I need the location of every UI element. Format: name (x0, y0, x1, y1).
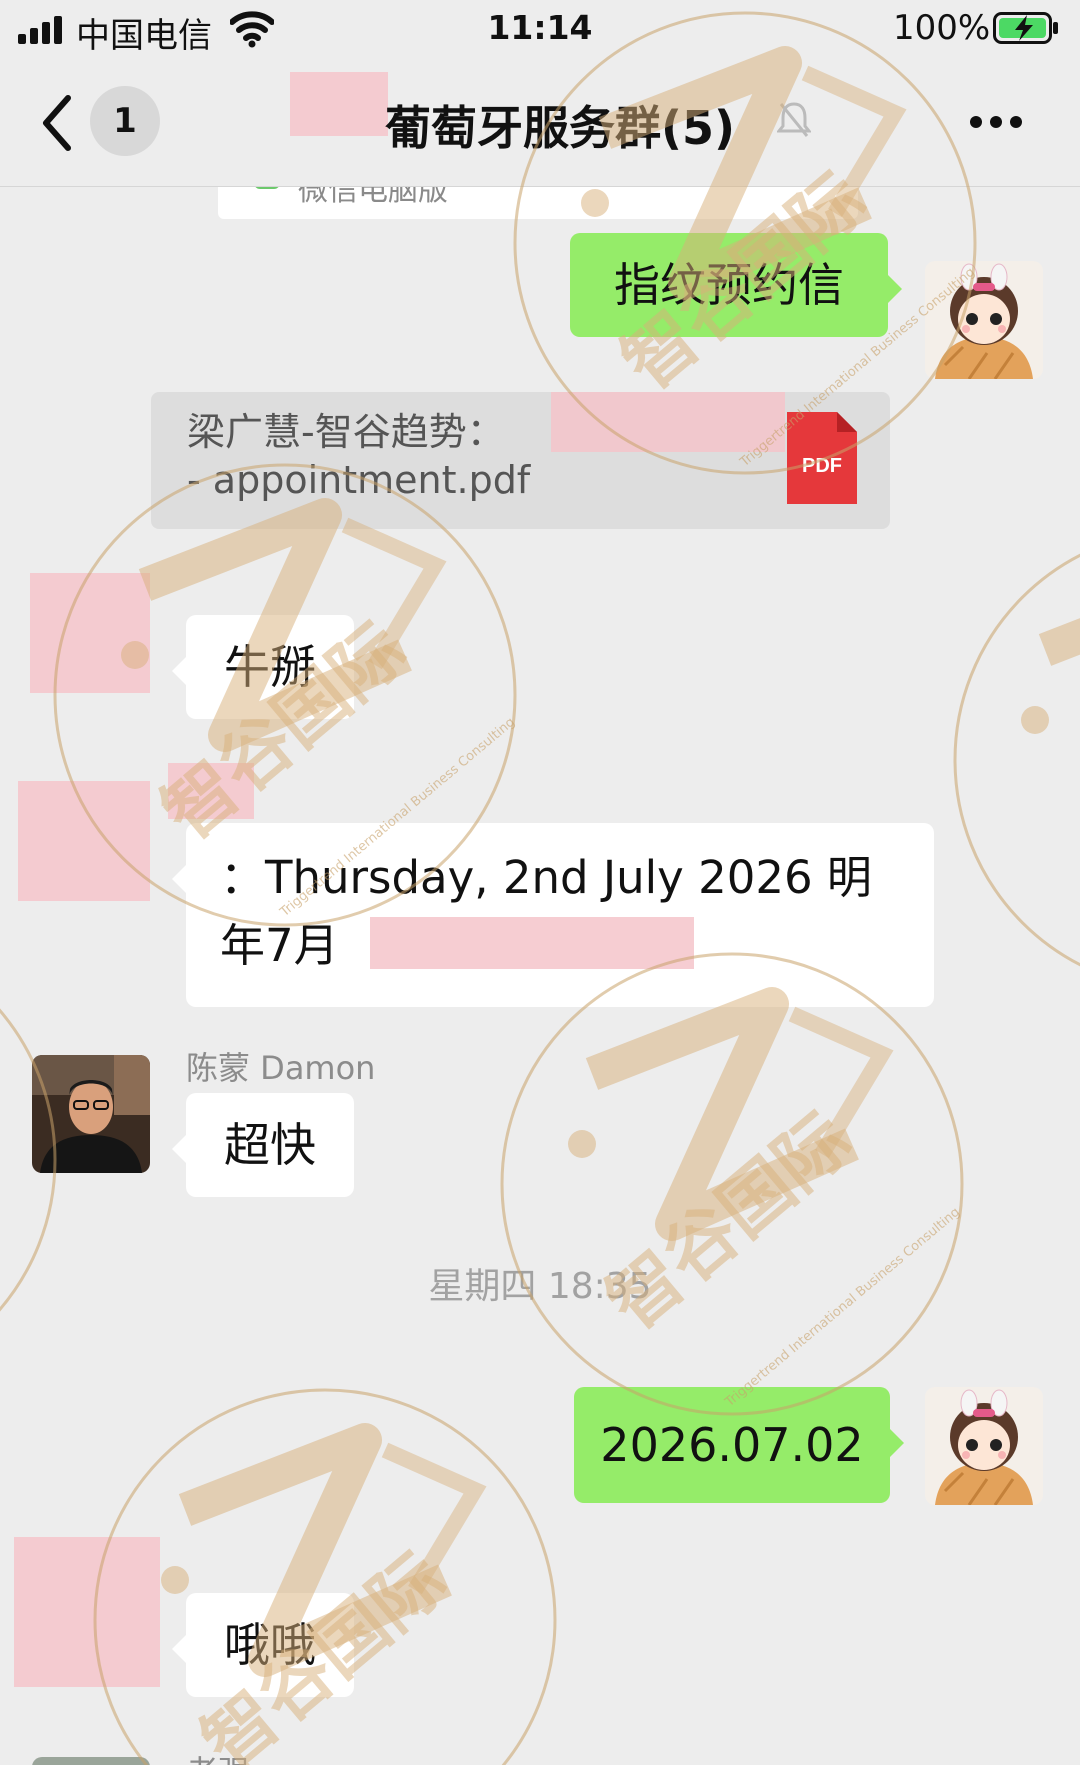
battery-percentage: 100% (893, 8, 991, 48)
cartoon-girl-avatar-icon (925, 1387, 1043, 1505)
message-bubble-received[interactable]: 牛掰 (172, 615, 354, 719)
file-message-card[interactable]: 梁广慧-智谷趋势： - appointment.pdf PDF (151, 392, 890, 529)
unread-count-badge[interactable]: 1 (90, 86, 160, 156)
sender-name: 陈蒙 Damon (186, 1049, 376, 1087)
chat-header: 1 葡萄牙服务群(5) (0, 62, 1080, 187)
message-text: 牛掰 (224, 640, 316, 694)
back-arrow-icon[interactable] (40, 94, 74, 152)
pdf-file-icon: PDF (787, 412, 857, 504)
message-text: 指纹预约信 (614, 258, 844, 312)
message-text-line-1: ：Thursday, 2nd July 2026 明 (220, 851, 872, 904)
link-card-source: 微信电脑版 (298, 187, 448, 208)
redaction-block (30, 573, 150, 693)
cartoon-girl-avatar-icon (925, 261, 1043, 379)
battery-charging-icon (993, 12, 1058, 44)
redaction-block (551, 392, 785, 452)
my-avatar[interactable] (925, 261, 1043, 379)
message-text: 2026.07.02 (600, 1418, 864, 1472)
sender-avatar-partial[interactable] (32, 1757, 150, 1765)
chat-message-list[interactable]: 微信电脑版 指纹预约信 梁广慧-智谷趋势： - appointment.pdf … (0, 187, 1080, 1765)
message-bubble-received[interactable]: ：Thursday, 2nd July 2026 明 年7月 (172, 823, 934, 1007)
message-bubble-received[interactable]: 超快 (172, 1093, 354, 1197)
redaction-block (168, 763, 254, 819)
mute-bell-icon (777, 102, 811, 137)
redaction-block (14, 1537, 160, 1687)
message-bubble-received[interactable]: 哦哦 (172, 1593, 354, 1697)
message-bubble-sent[interactable]: 指纹预约信 (570, 233, 902, 337)
message-text-line-2: 年7月 (220, 919, 339, 972)
time-separator: 星期四 18:35 (428, 1266, 652, 1307)
status-bar: 中国电信 11:14 100% (0, 0, 1080, 62)
sender-avatar-damon[interactable] (32, 1055, 150, 1173)
file-name-line-1: 梁广慧-智谷趋势： (187, 410, 505, 454)
link-card-partial[interactable]: 微信电脑版 (218, 187, 858, 219)
message-text: 超快 (224, 1118, 316, 1172)
redaction-block (370, 917, 694, 969)
file-name: 梁广慧-智谷趋势： - appointment.pdf (187, 408, 530, 504)
group-chat-title: 葡萄牙服务群(5) (384, 101, 736, 155)
sender-name: 老强 (186, 1747, 250, 1765)
redaction-block (18, 781, 150, 901)
person-photo-avatar-icon (32, 1055, 150, 1173)
pdf-label: PDF (802, 455, 842, 477)
wechat-logo-icon (254, 187, 280, 189)
file-name-line-2: - appointment.pdf (187, 458, 531, 502)
my-avatar[interactable] (925, 1387, 1043, 1505)
more-options-icon[interactable] (968, 114, 1024, 130)
message-bubble-sent[interactable]: 2026.07.02 (574, 1387, 904, 1503)
message-text: 哦哦 (224, 1618, 316, 1672)
